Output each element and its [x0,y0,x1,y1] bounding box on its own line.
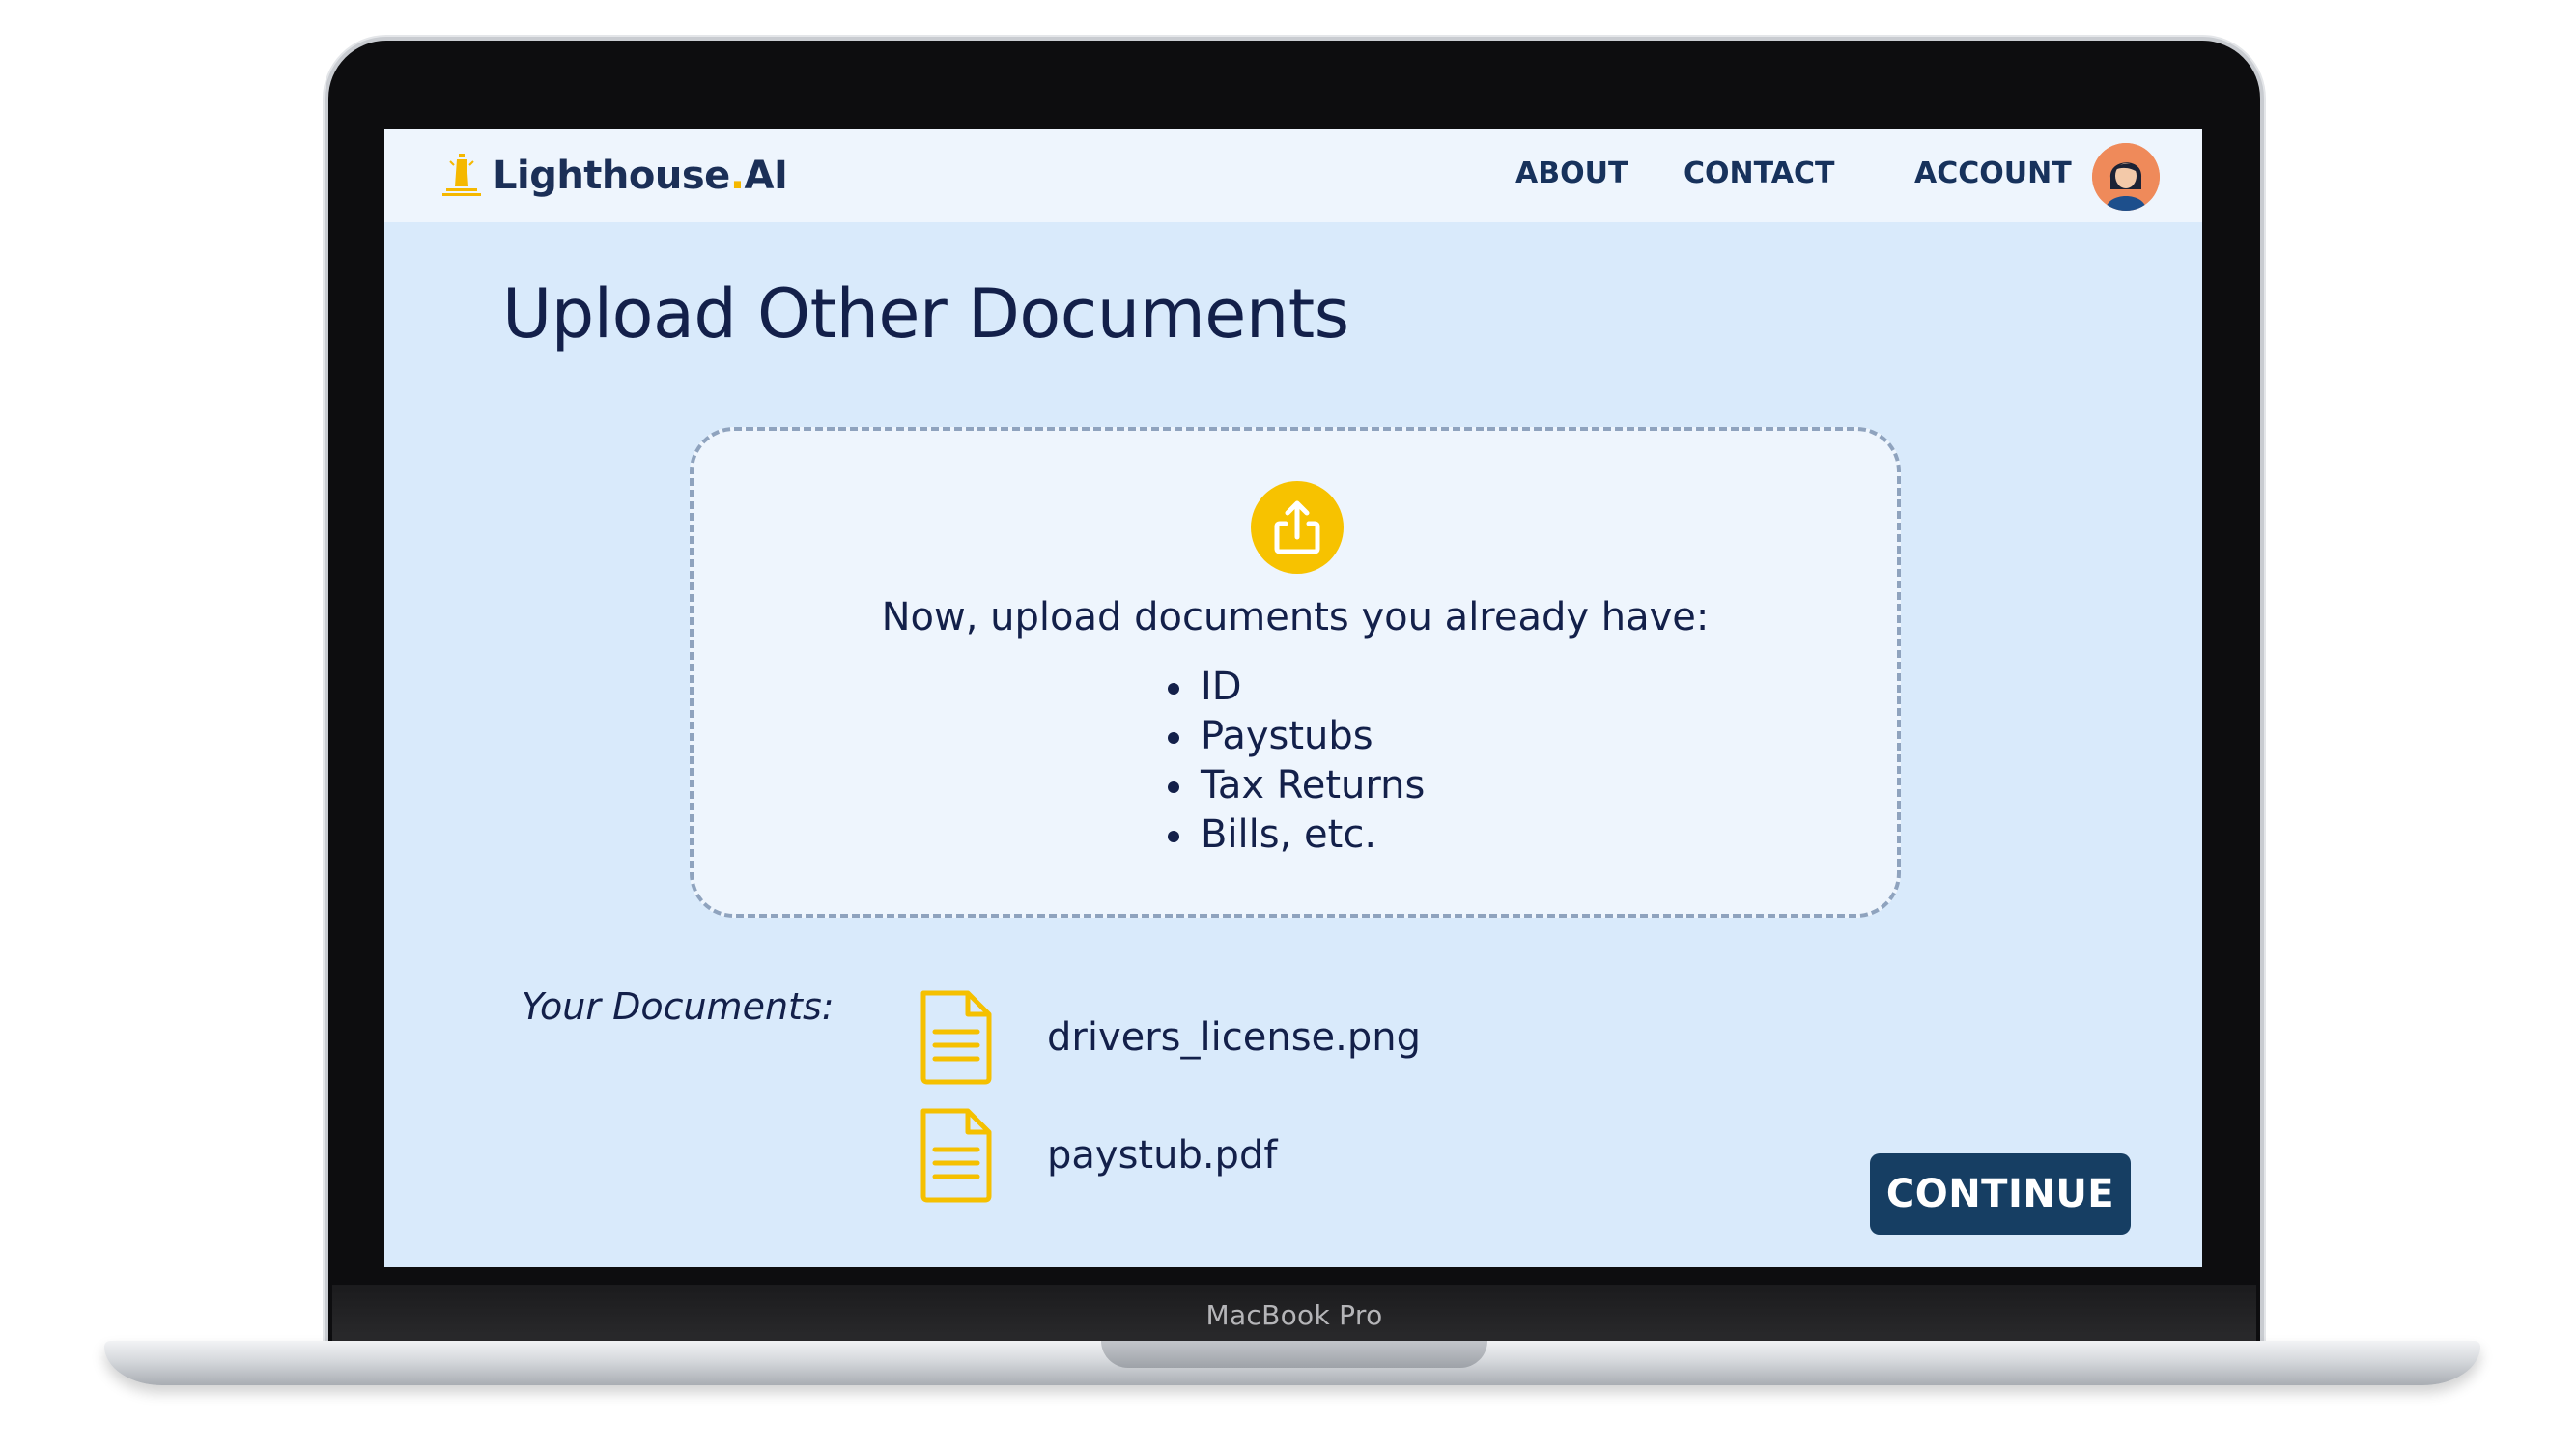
document-type-item: ID [1162,663,1425,712]
page-title: Upload Other Documents [502,274,1349,354]
uploaded-file-item[interactable]: paystub.pdf [918,1107,1277,1204]
upload-dropzone[interactable]: Now, upload documents you already have: … [690,427,1901,918]
app-screen: Lighthouse.AI ABOUT CONTACT ACCOUNT Uplo… [384,129,2202,1267]
brand-logo[interactable]: Lighthouse.AI [440,149,788,203]
nav-link-account[interactable]: ACCOUNT [1914,156,2072,190]
user-avatar-icon[interactable] [2092,143,2160,211]
upload-icon[interactable] [1251,481,1344,574]
nav-link-about[interactable]: ABOUT [1515,156,1628,190]
uploaded-file-item[interactable]: drivers_license.png [918,989,1421,1086]
continue-button[interactable]: CONTINUE [1870,1153,2131,1235]
document-type-item: Tax Returns [1162,761,1425,810]
lighthouse-icon [442,154,481,196]
upload-icon-graphic [1274,500,1320,554]
your-documents-label: Your Documents: [522,985,835,1028]
device-label: MacBook Pro [1205,1299,1383,1331]
document-icon [920,1108,992,1203]
brand-name-main: Lighthouse [493,154,730,198]
dropzone-instructions: Now, upload documents you already have: [881,595,1710,639]
document-type-list: ID Paystubs Tax Returns Bills, etc. [1162,663,1425,860]
document-icon [920,990,992,1085]
laptop-notch [1101,1341,1487,1368]
brand-dot: . [729,154,745,198]
file-name: drivers_license.png [1047,1015,1421,1060]
document-type-item: Paystubs [1162,712,1425,761]
laptop-mockup: MacBook Pro Lighthouse.AI ABOUT CONTACT … [0,0,2576,1449]
brand-name: Lighthouse.AI [493,154,788,198]
file-name: paystub.pdf [1047,1133,1278,1178]
nav-link-contact[interactable]: CONTACT [1684,156,1834,190]
top-navbar: Lighthouse.AI ABOUT CONTACT ACCOUNT [384,129,2202,222]
avatar-graphic [2092,143,2160,211]
brand-suffix: AI [744,154,788,198]
document-type-item: Bills, etc. [1162,810,1425,860]
